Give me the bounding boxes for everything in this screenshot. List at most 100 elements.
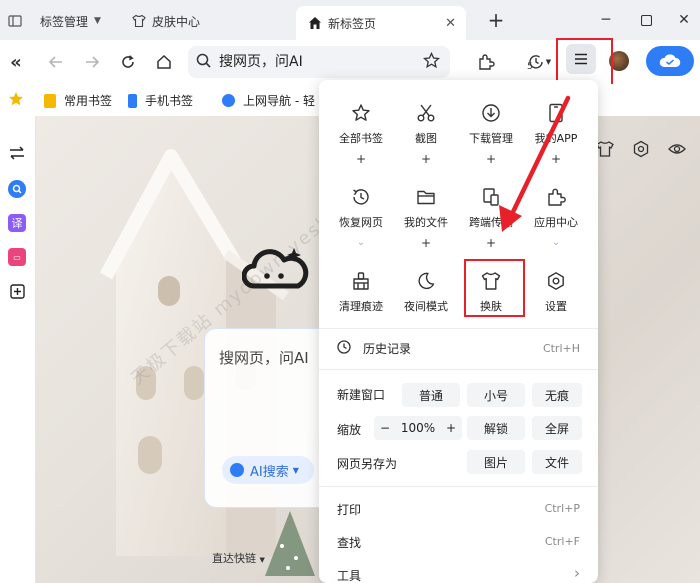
search-icon	[196, 53, 211, 71]
video-app-icon[interactable]: ▭	[8, 248, 26, 266]
zoom-label: 缩放	[337, 423, 362, 437]
collapse-sidebar-icon[interactable]: «	[2, 48, 30, 76]
add-shortcut-button[interactable]: +	[395, 236, 457, 250]
menu-settings[interactable]: 设置	[525, 268, 587, 314]
tshirt-icon	[132, 14, 146, 28]
history-button[interactable]: 5 ▼	[522, 48, 556, 76]
menu-app-center[interactable]: 应用中心 ⌄	[525, 184, 587, 250]
add-app-icon[interactable]	[8, 282, 26, 300]
home-icon	[308, 16, 322, 30]
add-shortcut-button[interactable]: +	[525, 152, 587, 166]
restore-icon	[330, 184, 392, 210]
tab-skin-center[interactable]: 皮肤中心	[132, 6, 200, 36]
chevron-down-icon: ▼	[94, 16, 101, 26]
close-tab-icon[interactable]: ✕	[445, 16, 456, 31]
zoom-unlock-button[interactable]: 解锁	[467, 416, 525, 440]
menu-cross-device[interactable]: 跨端传输 +	[460, 184, 522, 250]
extensions-button[interactable]	[472, 48, 500, 76]
bookmark-star-icon[interactable]	[422, 51, 441, 72]
star-icon	[330, 100, 392, 126]
menu-clear-traces[interactable]: 清理痕迹	[330, 268, 392, 314]
history-label: 历史记录	[363, 342, 412, 356]
tab-manager[interactable]: 标签管理 ▼	[8, 6, 101, 36]
tab-strip: 标签管理 ▼ 皮肤中心 新标签页 ✕ + ─ ✕	[0, 0, 700, 40]
bookmark-mobile[interactable]: 手机书签	[128, 92, 193, 109]
search-app-icon[interactable]	[8, 180, 26, 198]
new-window-incognito-button[interactable]: 无痕	[532, 383, 582, 407]
menu-tools[interactable]: 工具	[337, 567, 361, 583]
new-tab-button[interactable]: +	[486, 8, 506, 32]
add-shortcut-button[interactable]: +	[460, 236, 522, 250]
reload-button[interactable]	[114, 48, 142, 76]
menu-restore-page[interactable]: 恢复网页 ⌄	[330, 184, 392, 250]
zoom-value: 100%	[400, 421, 436, 435]
add-shortcut-button[interactable]: +	[330, 152, 392, 166]
menu-history[interactable]: 历史记录	[337, 340, 411, 357]
newtab-search-placeholder: 搜网页，问AI	[219, 349, 309, 367]
menu-item-label: 截图	[415, 132, 437, 145]
bookmark-common[interactable]: 常用书签	[44, 92, 112, 109]
browser-logo-icon	[242, 248, 309, 289]
tab-new-tab-label: 新标签页	[328, 16, 377, 31]
save-as-file-button[interactable]: 文件	[532, 450, 582, 474]
new-window-normal-button[interactable]: 普通	[402, 383, 460, 407]
expand-chevron-icon[interactable]: ⌄	[525, 236, 587, 250]
menu-item-label: 恢复网页	[339, 216, 383, 229]
moon-icon	[395, 268, 457, 294]
chevron-right-icon: ›	[574, 564, 580, 582]
translate-icon[interactable]: 译	[8, 214, 26, 232]
cloud-sync-button[interactable]	[646, 46, 694, 76]
settings-hex-icon	[525, 268, 587, 294]
download-icon	[460, 100, 522, 126]
zoom-control: − 100% +	[374, 416, 462, 440]
history-count: 5	[527, 62, 533, 72]
minimize-button[interactable]: ─	[596, 10, 616, 30]
zoom-out-button[interactable]: −	[380, 421, 390, 435]
home-button[interactable]	[150, 48, 178, 76]
favorites-star-icon[interactable]	[8, 91, 24, 110]
menu-find[interactable]: 查找	[337, 534, 361, 551]
save-as-image-button[interactable]: 图片	[467, 450, 525, 474]
clock-icon	[337, 340, 351, 357]
settings-hex-icon[interactable]	[632, 140, 650, 158]
menu-item-label: 应用中心	[534, 216, 578, 229]
bookmark-common-label: 常用书签	[64, 94, 113, 108]
tshirt-icon[interactable]	[596, 140, 614, 158]
menu-screenshot[interactable]: 截图 +	[395, 100, 457, 166]
main-menu: 全部书签 + 截图 + 下载管理 + 我的APP + 恢复网页 ⌄ 我的文件 +…	[319, 80, 598, 583]
zoom-in-button[interactable]: +	[446, 421, 456, 435]
address-input[interactable]	[219, 54, 409, 70]
tab-manager-label: 标签管理	[40, 14, 89, 29]
close-window-button[interactable]: ✕	[674, 10, 694, 30]
chevron-down-icon: ▼	[545, 58, 552, 66]
tab-new-tab[interactable]: 新标签页 ✕	[296, 6, 466, 40]
menu-my-files[interactable]: 我的文件 +	[395, 184, 457, 250]
maximize-button[interactable]	[636, 10, 656, 30]
add-shortcut-button[interactable]: +	[395, 152, 457, 166]
folder-icon	[395, 184, 457, 210]
fullscreen-button[interactable]: 全屏	[532, 416, 582, 440]
menu-all-bookmarks[interactable]: 全部书签 +	[330, 100, 392, 166]
globe-icon	[222, 94, 235, 107]
new-window-small-button[interactable]: 小号	[467, 383, 525, 407]
ai-search-selector[interactable]: AI搜索 ▼	[222, 456, 314, 484]
address-bar[interactable]	[188, 46, 450, 78]
menu-item-label: 全部书签	[339, 132, 383, 145]
menu-downloads[interactable]: 下载管理 +	[460, 100, 522, 166]
eye-icon[interactable]	[668, 140, 686, 158]
forward-button[interactable]	[78, 48, 106, 76]
menu-print[interactable]: 打印	[337, 501, 361, 518]
menu-night-mode[interactable]: 夜间模式	[395, 268, 457, 314]
add-shortcut-button[interactable]: +	[460, 152, 522, 166]
quick-access-toggle[interactable]: 直达快链 ▼	[212, 550, 265, 566]
back-button[interactable]	[42, 48, 70, 76]
bookmark-nav[interactable]: 上网导航 - 轻	[222, 92, 315, 109]
bookmark-mobile-label: 手机书签	[145, 94, 194, 108]
tab-manager-icon	[8, 14, 22, 28]
swap-icon[interactable]	[8, 144, 26, 162]
menu-divider	[319, 328, 598, 329]
ai-logo-icon	[230, 463, 244, 477]
menu-my-app[interactable]: 我的APP +	[525, 100, 587, 166]
expand-chevron-icon[interactable]: ⌄	[330, 236, 392, 250]
menu-divider	[319, 486, 598, 487]
